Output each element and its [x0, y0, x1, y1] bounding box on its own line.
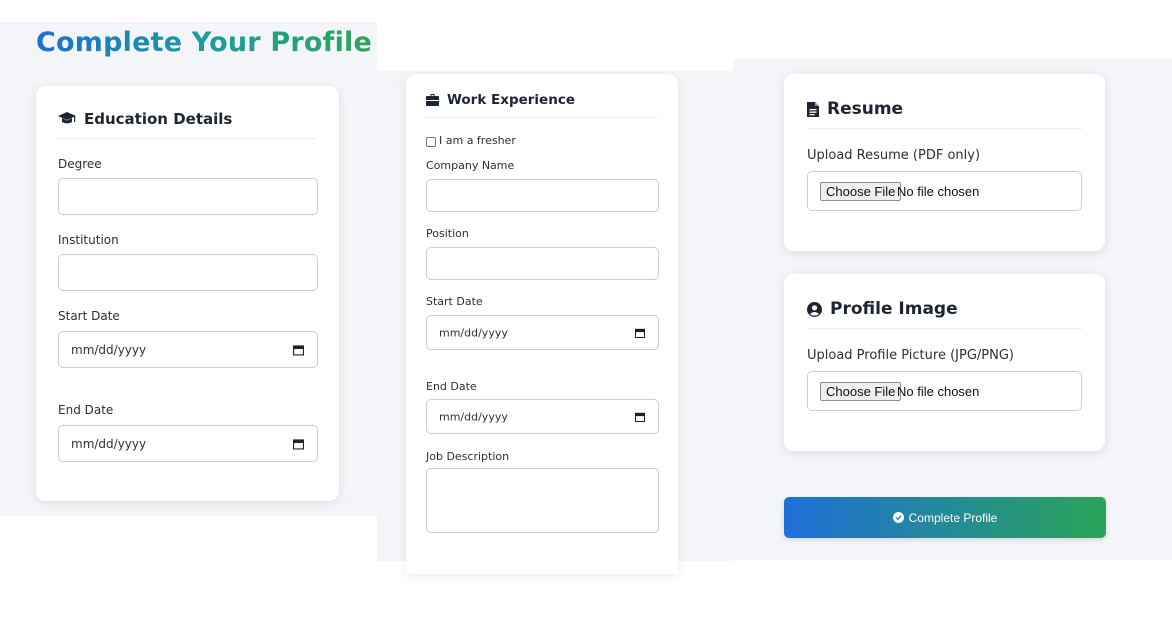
education-divider [58, 138, 317, 139]
check-circle-icon [892, 512, 904, 523]
work-end-date-label: End Date [426, 380, 477, 393]
profile-image-choose-file-button[interactable]: Choose File [820, 382, 902, 401]
resume-header: Resume [807, 99, 903, 119]
profile-image-file-status: No file chosen [897, 384, 980, 399]
file-icon [807, 101, 819, 117]
degree-input[interactable] [58, 178, 318, 215]
edu-end-date-input[interactable]: mm/dd/yyyy [58, 425, 318, 462]
edu-start-date-placeholder: mm/dd/yyyy [71, 342, 147, 357]
resume-card: Resume Upload Resume (PDF only) Choose F… [784, 74, 1105, 251]
profile-image-card: Profile Image Upload Profile Picture (JP… [784, 274, 1105, 451]
calendar-icon[interactable] [635, 412, 645, 422]
institution-input[interactable] [58, 254, 318, 291]
work-divider [426, 117, 658, 118]
work-end-date-placeholder: mm/dd/yyyy [439, 410, 508, 423]
edu-end-date-placeholder: mm/dd/yyyy [71, 436, 147, 451]
complete-profile-label: Complete Profile [908, 510, 998, 525]
position-input[interactable] [426, 247, 659, 280]
education-header: Education Details [58, 110, 232, 128]
profile-image-file-input[interactable]: Choose File No file chosen [807, 371, 1082, 411]
calendar-icon[interactable] [293, 344, 304, 355]
resume-upload-label: Upload Resume (PDF only) [807, 148, 981, 163]
work-heading: Work Experience [447, 92, 575, 108]
profile-image-header: Profile Image [807, 299, 958, 319]
complete-profile-button[interactable]: Complete Profile [784, 497, 1106, 538]
user-circle-icon [807, 301, 822, 317]
company-label: Company Name [426, 159, 515, 172]
job-description-textarea[interactable] [426, 468, 659, 533]
profile-image-divider [807, 328, 1082, 329]
profile-image-heading: Profile Image [830, 299, 958, 319]
resume-divider [807, 128, 1082, 129]
description-label: Job Description [426, 450, 510, 463]
education-card: Education Details Degree Institution Sta… [36, 86, 339, 501]
work-end-date-input[interactable]: mm/dd/yyyy [426, 399, 659, 434]
institution-label: Institution [58, 233, 119, 247]
graduation-cap-icon [58, 112, 76, 126]
edu-start-date-label: Start Date [58, 309, 120, 323]
fresher-checkbox[interactable] [426, 137, 436, 147]
degree-label: Degree [58, 157, 102, 171]
page-title: Complete Your Profile [36, 27, 372, 58]
position-label: Position [426, 227, 469, 240]
calendar-icon[interactable] [635, 328, 645, 338]
company-input[interactable] [426, 179, 659, 212]
resume-file-status: No file chosen [897, 184, 980, 199]
work-experience-card: Work Experience I am a fresher Company N… [406, 74, 678, 574]
work-header: Work Experience [426, 92, 575, 108]
briefcase-icon [426, 94, 439, 106]
edu-end-date-label: End Date [58, 403, 114, 417]
work-start-date-input[interactable]: mm/dd/yyyy [426, 315, 659, 350]
calendar-icon[interactable] [293, 438, 304, 449]
work-start-date-label: Start Date [426, 295, 483, 308]
work-start-date-placeholder: mm/dd/yyyy [439, 326, 508, 339]
resume-choose-file-button[interactable]: Choose File [820, 182, 902, 201]
resume-heading: Resume [827, 99, 904, 119]
fresher-label: I am a fresher [439, 134, 516, 147]
education-heading: Education Details [84, 110, 233, 128]
resume-file-input[interactable]: Choose File No file chosen [807, 171, 1082, 211]
edu-start-date-input[interactable]: mm/dd/yyyy [58, 331, 318, 368]
profile-image-upload-label: Upload Profile Picture (JPG/PNG) [807, 348, 1014, 363]
